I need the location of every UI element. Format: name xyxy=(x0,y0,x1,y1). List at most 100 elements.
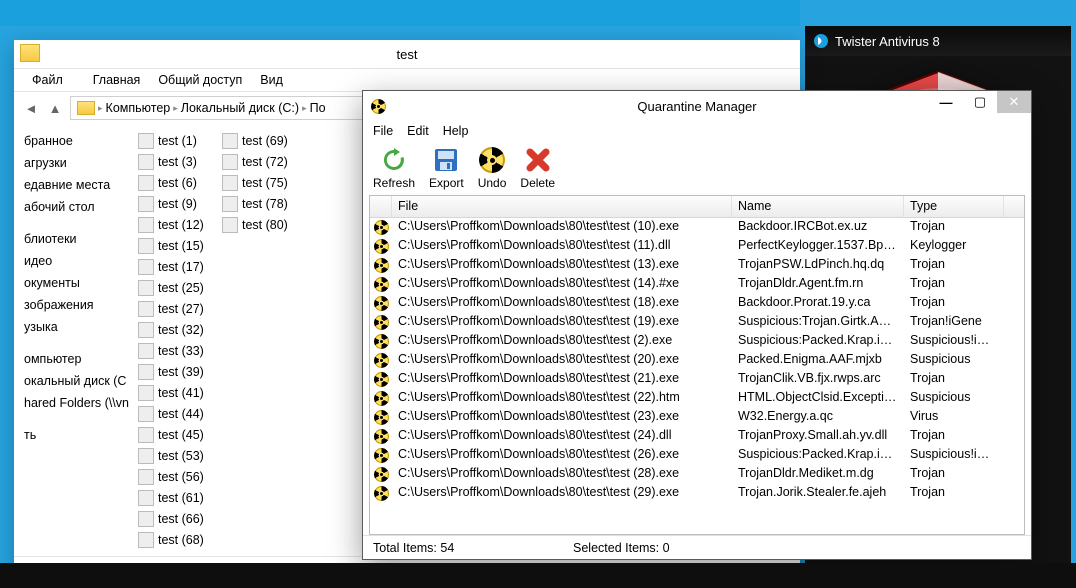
file-label: test (68) xyxy=(158,533,204,547)
sidebar-item[interactable]: окальный диск (С xyxy=(20,370,134,392)
file-item[interactable]: test (53) xyxy=(138,445,222,466)
sidebar-item[interactable]: hared Folders (\\vn xyxy=(20,392,134,414)
cell-name: Packed.Enigma.AAF.mjxb xyxy=(732,351,904,370)
qm-titlebar[interactable]: Quarantine Manager — ▢ ✕ xyxy=(363,91,1031,121)
table-row[interactable]: C:\Users\Proffkom\Downloads\80\test\test… xyxy=(370,256,1024,275)
sidebar-item[interactable]: блиотеки xyxy=(20,228,134,250)
file-item[interactable]: test (72) xyxy=(222,151,306,172)
file-item[interactable]: test (78) xyxy=(222,193,306,214)
table-row[interactable]: C:\Users\Proffkom\Downloads\80\test\test… xyxy=(370,351,1024,370)
cell-type: Suspicious!iGene xyxy=(904,446,1004,465)
file-item[interactable]: test (68) xyxy=(138,529,222,550)
crumb-trunc[interactable]: По xyxy=(310,101,326,115)
cell-file: C:\Users\Proffkom\Downloads\80\test\test… xyxy=(392,389,732,408)
file-item[interactable]: test (32) xyxy=(138,319,222,340)
file-icon xyxy=(138,364,154,380)
explorer-titlebar[interactable]: test xyxy=(14,40,800,68)
sidebar-item[interactable]: узыка xyxy=(20,316,134,338)
crumb-computer[interactable]: Компьютер xyxy=(106,101,171,115)
ribbon-tab-home[interactable]: Главная xyxy=(93,73,141,87)
table-row[interactable]: C:\Users\Proffkom\Downloads\80\test\test… xyxy=(370,370,1024,389)
file-item[interactable]: test (41) xyxy=(138,382,222,403)
export-button[interactable]: Export xyxy=(429,146,464,190)
col-type[interactable]: Type xyxy=(904,196,1004,217)
taskbar[interactable] xyxy=(0,563,1076,588)
file-label: test (80) xyxy=(242,218,288,232)
file-item[interactable]: test (17) xyxy=(138,256,222,277)
cell-type: Trojan xyxy=(904,218,1004,237)
selected-value: 0 xyxy=(663,541,670,555)
delete-label: Delete xyxy=(520,176,555,190)
sidebar-item[interactable]: едавние места xyxy=(20,174,134,196)
table-row[interactable]: C:\Users\Proffkom\Downloads\80\test\test… xyxy=(370,332,1024,351)
undo-button[interactable]: Undo xyxy=(478,146,507,190)
ribbon-file-tab[interactable]: Файл xyxy=(20,70,75,90)
menu-file[interactable]: File xyxy=(373,124,393,138)
file-item[interactable]: test (15) xyxy=(138,235,222,256)
file-item[interactable]: test (39) xyxy=(138,361,222,382)
cell-type: Suspicious!iGene xyxy=(904,332,1004,351)
export-label: Export xyxy=(429,176,464,190)
file-icon xyxy=(138,427,154,443)
table-row[interactable]: C:\Users\Proffkom\Downloads\80\test\test… xyxy=(370,389,1024,408)
sidebar-item[interactable]: зображения xyxy=(20,294,134,316)
file-label: test (39) xyxy=(158,365,204,379)
menu-edit[interactable]: Edit xyxy=(407,124,429,138)
table-row[interactable]: C:\Users\Proffkom\Downloads\80\test\test… xyxy=(370,446,1024,465)
file-item[interactable]: test (66) xyxy=(138,508,222,529)
file-item[interactable]: test (33) xyxy=(138,340,222,361)
table-row[interactable]: C:\Users\Proffkom\Downloads\80\test\test… xyxy=(370,237,1024,256)
file-item[interactable]: test (9) xyxy=(138,193,222,214)
minimize-button[interactable]: — xyxy=(929,91,963,113)
col-file[interactable]: File xyxy=(392,196,732,217)
file-item[interactable]: test (56) xyxy=(138,466,222,487)
file-item[interactable]: test (3) xyxy=(138,151,222,172)
sidebar-item[interactable]: омпьютер xyxy=(20,348,134,370)
file-item[interactable]: test (69) xyxy=(222,130,306,151)
sidebar-item[interactable]: агрузки xyxy=(20,152,134,174)
explorer-title: test xyxy=(397,47,418,62)
sidebar-item[interactable]: абочий стол xyxy=(20,196,134,218)
cell-file: C:\Users\Proffkom\Downloads\80\test\test… xyxy=(392,351,732,370)
table-row[interactable]: C:\Users\Proffkom\Downloads\80\test\test… xyxy=(370,218,1024,237)
ribbon-tab-share[interactable]: Общий доступ xyxy=(158,73,242,87)
sidebar-item[interactable]: бранное xyxy=(20,130,134,152)
table-row[interactable]: C:\Users\Proffkom\Downloads\80\test\test… xyxy=(370,275,1024,294)
file-item[interactable]: test (75) xyxy=(222,172,306,193)
table-row[interactable]: C:\Users\Proffkom\Downloads\80\test\test… xyxy=(370,313,1024,332)
table-row[interactable]: C:\Users\Proffkom\Downloads\80\test\test… xyxy=(370,465,1024,484)
table-row[interactable]: C:\Users\Proffkom\Downloads\80\test\test… xyxy=(370,427,1024,446)
file-item[interactable]: test (27) xyxy=(138,298,222,319)
nav-up-icon[interactable]: ▲ xyxy=(46,99,64,117)
file-item[interactable]: test (45) xyxy=(138,424,222,445)
refresh-label: Refresh xyxy=(373,176,415,190)
sidebar-item[interactable]: ть xyxy=(20,424,134,446)
close-button[interactable]: ✕ xyxy=(997,91,1031,113)
twister-titlebar[interactable]: Twister Antivirus 8 xyxy=(805,26,1071,56)
nav-back-icon[interactable]: ◄ xyxy=(22,99,40,117)
table-row[interactable]: C:\Users\Proffkom\Downloads\80\test\test… xyxy=(370,408,1024,427)
file-item[interactable]: test (6) xyxy=(138,172,222,193)
file-item[interactable]: test (25) xyxy=(138,277,222,298)
delete-button[interactable]: Delete xyxy=(520,146,555,190)
file-item[interactable]: test (1) xyxy=(138,130,222,151)
maximize-button[interactable]: ▢ xyxy=(963,91,997,113)
file-item[interactable]: test (61) xyxy=(138,487,222,508)
file-item[interactable]: test (12) xyxy=(138,214,222,235)
ribbon-tab-view[interactable]: Вид xyxy=(260,73,283,87)
file-item[interactable]: test (44) xyxy=(138,403,222,424)
file-icon xyxy=(138,322,154,338)
file-item[interactable]: test (80) xyxy=(222,214,306,235)
sidebar-item[interactable]: окументы xyxy=(20,272,134,294)
crumb-disk[interactable]: Локальный диск (C:) xyxy=(181,101,299,115)
menu-help[interactable]: Help xyxy=(443,124,469,138)
table-row[interactable]: C:\Users\Proffkom\Downloads\80\test\test… xyxy=(370,484,1024,503)
table-row[interactable]: C:\Users\Proffkom\Downloads\80\test\test… xyxy=(370,294,1024,313)
file-icon xyxy=(138,259,154,275)
refresh-button[interactable]: Refresh xyxy=(373,146,415,190)
file-icon xyxy=(138,301,154,317)
col-name[interactable]: Name xyxy=(732,196,904,217)
file-icon xyxy=(222,154,238,170)
selected-label: Selected Items: xyxy=(573,541,659,555)
sidebar-item[interactable]: идео xyxy=(20,250,134,272)
